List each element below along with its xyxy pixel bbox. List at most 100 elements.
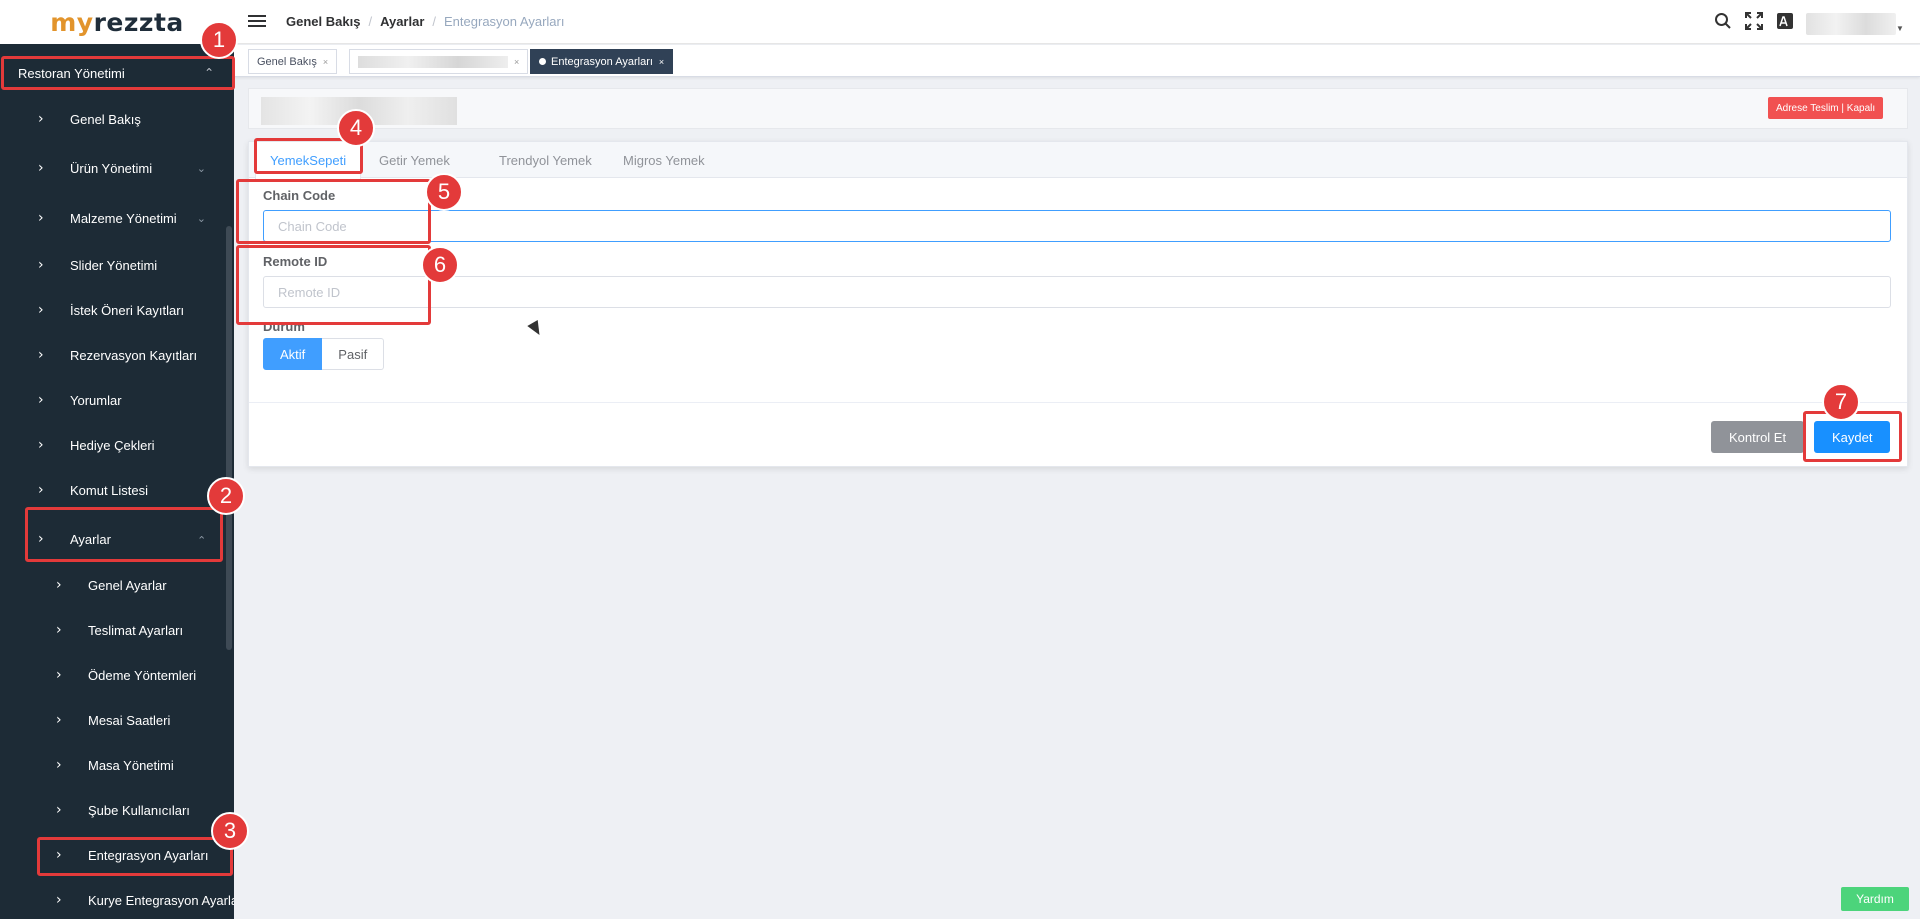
sidebar-subitem-masa[interactable]: › Masa Yönetimi xyxy=(0,750,228,780)
sidebar-item-rezervasyon[interactable]: › Rezervasyon Kayıtları xyxy=(0,340,228,370)
status-pasif-button[interactable]: Pasif xyxy=(322,338,385,370)
sidebar-subitem-mesai[interactable]: › Mesai Saatleri xyxy=(0,705,228,735)
sidebar-item-label: Ürün Yönetimi xyxy=(70,160,153,176)
sidebar-subitem-genel-ayarlar[interactable]: › Genel Ayarlar xyxy=(0,570,228,600)
breadcrumb: Genel Bakış / Ayarlar / Entegrasyon Ayar… xyxy=(286,14,564,29)
save-button[interactable]: Kaydet xyxy=(1814,421,1891,453)
sidebar-item-hediye-cekleri[interactable]: › Hediye Çekleri xyxy=(0,430,228,460)
tab-trendyol-yemek[interactable]: Trendyol Yemek xyxy=(485,142,606,178)
sidebar: myrezzta Restoran Yönetimi ⌄ › Genel Bakı… xyxy=(0,0,234,919)
integration-tabs: YemekSepeti Getir Yemek Trendyol Yemek M… xyxy=(249,142,1907,179)
sidebar-subitem-teslimat[interactable]: › Teslimat Ayarları xyxy=(0,615,228,645)
logo-bar: myrezzta xyxy=(0,0,234,44)
sidebar-item-label: Slider Yönetimi xyxy=(70,257,158,273)
chevron-right-icon: › xyxy=(38,392,44,408)
tag-label xyxy=(358,55,508,68)
sidebar-item-istek-oneri[interactable]: › İstek Öneri Kayıtları xyxy=(0,295,228,325)
annotation-badge: 1 xyxy=(200,21,238,59)
chevron-right-icon: › xyxy=(56,892,62,908)
chevron-right-icon: › xyxy=(56,667,62,683)
sidebar-item-yorumlar[interactable]: › Yorumlar xyxy=(0,385,228,415)
sidebar-item-ayarlar[interactable]: › Ayarlar ⌄ xyxy=(0,524,228,554)
font-size-icon[interactable] xyxy=(1776,12,1794,35)
chevron-right-icon: › xyxy=(38,257,44,273)
chevron-right-icon: › xyxy=(38,160,44,176)
chevron-down-icon: ⌄ xyxy=(196,162,206,175)
sidebar-item-label: Ayarlar xyxy=(70,531,111,547)
app-logo[interactable]: myrezzta xyxy=(50,8,184,37)
sidebar-item-label: Şube Kullanıcıları xyxy=(88,802,190,818)
breadcrumb-separator: / xyxy=(432,14,437,29)
chevron-up-icon: ⌄ xyxy=(203,65,214,79)
divider xyxy=(249,402,1907,403)
breadcrumb-current: Entegrasyon Ayarları xyxy=(444,14,565,29)
caret-down-icon[interactable]: ▼ xyxy=(1896,24,1904,33)
sidebar-subitem-entegrasyon[interactable]: › Entegrasyon Ayarları xyxy=(0,840,228,870)
chain-code-input[interactable] xyxy=(263,210,1891,242)
tag-genel-bakis[interactable]: Genel Bakış × xyxy=(248,49,338,74)
sidebar-scrollbar[interactable] xyxy=(226,226,232,650)
tag-entegrasyon-ayarlari[interactable]: Entegrasyon Ayarları × xyxy=(530,49,674,74)
sidebar-item-label: Genel Ayarlar xyxy=(88,577,167,593)
sidebar-subitem-odeme[interactable]: › Ödeme Yöntemleri xyxy=(0,660,228,690)
chevron-right-icon: › xyxy=(38,531,44,547)
tags-view: Genel Bakış × × Entegrasyon Ayarları × xyxy=(234,45,1920,77)
chevron-right-icon: › xyxy=(38,111,44,127)
sidebar-item-urun-yonetimi[interactable]: › Ürün Yönetimi ⌄ xyxy=(0,153,228,183)
integration-card: YemekSepeti Getir Yemek Trendyol Yemek M… xyxy=(248,141,1908,467)
annotation-badge: 7 xyxy=(1822,383,1860,421)
chevron-up-icon: ⌄ xyxy=(196,532,206,545)
sidebar-subitem-kurye[interactable]: › Kurye Entegrasyon Ayarları xyxy=(0,885,234,915)
sidebar-item-label: Kurye Entegrasyon Ayarları xyxy=(88,892,234,908)
sidebar-item-label: Mesai Saatleri xyxy=(88,712,171,728)
restaurant-header xyxy=(248,88,1908,129)
check-button[interactable]: Kontrol Et xyxy=(1711,421,1805,453)
hamburger-menu-icon[interactable] xyxy=(248,12,266,30)
sidebar-item-slider-yonetimi[interactable]: › Slider Yönetimi xyxy=(0,250,228,280)
close-icon[interactable]: × xyxy=(659,57,664,67)
tab-getir-yemek[interactable]: Getir Yemek xyxy=(365,142,464,178)
sidebar-item-komut-listesi[interactable]: › Komut Listesi xyxy=(0,475,228,505)
status-toggle: Aktif Pasif xyxy=(263,338,385,370)
chevron-right-icon: › xyxy=(56,712,62,728)
sidebar-item-label: Malzeme Yönetimi xyxy=(70,210,177,226)
chevron-right-icon: › xyxy=(38,210,44,226)
breadcrumb-item[interactable]: Genel Bakış xyxy=(286,14,360,29)
status-badge: Adrese Teslim | Kapalı xyxy=(1768,97,1884,119)
remote-id-input[interactable] xyxy=(263,276,1891,308)
chevron-right-icon: › xyxy=(56,757,62,773)
sidebar-item-label: Genel Bakış xyxy=(70,111,141,127)
status-aktif-button[interactable]: Aktif xyxy=(263,338,323,370)
sidebar-item-genel-bakis[interactable]: › Genel Bakış xyxy=(0,104,228,134)
sidebar-item-label: Komut Listesi xyxy=(70,482,149,498)
status-label: Durum xyxy=(263,319,305,334)
annotation-badge: 2 xyxy=(207,477,245,515)
search-icon[interactable] xyxy=(1714,12,1732,35)
tag-label: Entegrasyon Ayarları xyxy=(551,55,653,68)
chevron-right-icon: › xyxy=(38,482,44,498)
sidebar-item-label: İstek Öneri Kayıtları xyxy=(70,302,185,318)
fullscreen-icon[interactable] xyxy=(1745,12,1763,35)
sidebar-root-label: Restoran Yönetimi xyxy=(18,65,125,81)
breadcrumb-item[interactable]: Ayarlar xyxy=(380,14,424,29)
tag-blurred[interactable]: × xyxy=(349,49,529,74)
tag-label: Genel Bakış xyxy=(257,55,317,68)
sidebar-subitem-sube-kullanicilari[interactable]: › Şube Kullanıcıları xyxy=(0,795,228,825)
chevron-right-icon: › xyxy=(56,802,62,818)
help-button[interactable]: Yardım xyxy=(1841,887,1909,911)
tab-migros-yemek[interactable]: Migros Yemek xyxy=(609,142,719,178)
chevron-right-icon: › xyxy=(56,622,62,638)
close-icon[interactable]: × xyxy=(323,57,328,67)
sidebar-item-malzeme-yonetimi[interactable]: › Malzeme Yönetimi ⌄ xyxy=(0,203,228,233)
avatar[interactable] xyxy=(1806,13,1896,35)
chevron-down-icon: ⌄ xyxy=(196,212,206,225)
remote-id-label: Remote ID xyxy=(263,254,328,269)
chain-code-label: Chain Code xyxy=(263,188,336,203)
close-icon[interactable]: × xyxy=(514,57,519,67)
sidebar-item-label: Teslimat Ayarları xyxy=(88,622,184,638)
sidebar-item-label: Ödeme Yöntemleri xyxy=(88,667,197,683)
sidebar-item-label: Yorumlar xyxy=(70,392,122,408)
sidebar-item-label: Rezervasyon Kayıtları xyxy=(70,347,198,363)
tab-yemeksepeti[interactable]: YemekSepeti xyxy=(255,142,362,179)
sidebar-root-restoran-yonetimi[interactable]: Restoran Yönetimi ⌄ xyxy=(0,58,234,88)
